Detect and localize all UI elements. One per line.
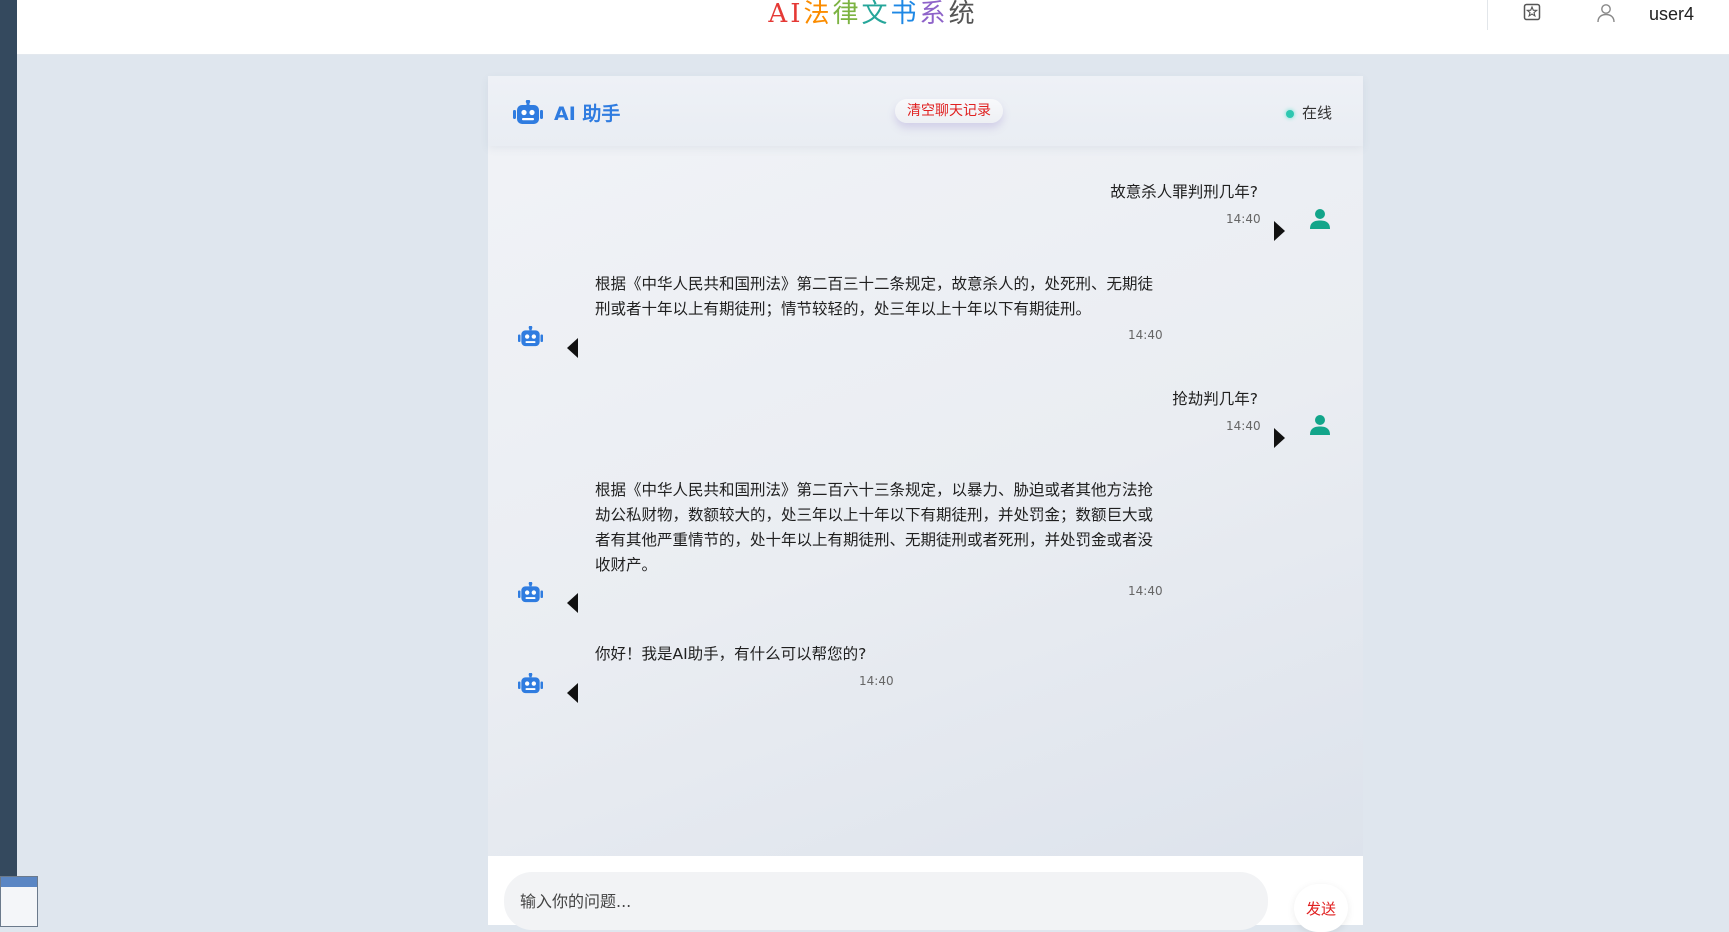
pointer-right-icon (1274, 428, 1285, 448)
robot-icon (518, 673, 543, 694)
robot-icon (518, 326, 543, 347)
message-time: 14:40 (859, 674, 894, 688)
top-navigation-bar: AI法律文书系统 user4 (17, 0, 1729, 55)
header-divider (1487, 0, 1488, 30)
username-label[interactable]: user4 (1649, 4, 1694, 25)
message-text: 故意杀人罪判刑几年? (1110, 183, 1258, 201)
pointer-left-icon (567, 338, 578, 358)
chat-title: AI 助手 (554, 103, 621, 125)
pointer-right-icon (1274, 221, 1285, 241)
message-time: 14:40 (1128, 328, 1163, 342)
message-text: 根据《中华人民共和国刑法》第二百三十二条规定，故意杀人的，处死刑、无期徒刑或者十… (595, 275, 1154, 318)
question-input[interactable] (504, 872, 1268, 930)
minimized-window-thumbnail[interactable] (0, 876, 38, 927)
message-time: 14:40 (1128, 584, 1163, 598)
robot-icon (513, 100, 543, 124)
message-time: 14:40 (1226, 212, 1261, 226)
message-text: 你好！我是AI助手，有什么可以帮您的? (595, 645, 867, 663)
clear-history-button[interactable]: 清空聊天记录 (895, 99, 1003, 123)
user-icon (1310, 415, 1330, 435)
message-time: 14:40 (1226, 419, 1261, 433)
brand-char: 律 (832, 0, 862, 29)
pointer-left-icon (567, 683, 578, 703)
pointer-left-icon (567, 593, 578, 613)
message-text: 根据《中华人民共和国刑法》第二百六十三条规定，以暴力、胁迫或者其他方法抢劫公私财… (595, 481, 1154, 574)
left-edge-strip (0, 0, 17, 925)
message-text: 抢劫判几年? (1172, 390, 1258, 408)
input-bar: 发送 (488, 856, 1363, 932)
status-label: 在线 (1302, 104, 1333, 122)
online-status: 在线 (1286, 102, 1332, 123)
brand-char: 系 (919, 0, 949, 29)
online-dot-icon (1286, 109, 1294, 118)
brand-char: 法 (803, 0, 833, 29)
chat-header: AI 助手 清空聊天记录 在线 (488, 76, 1363, 146)
theme-icon[interactable] (1522, 2, 1542, 22)
chat-panel: AI 助手 清空聊天记录 在线 故意杀人罪判刑几年? 14:40 根据《中华人民… (488, 76, 1363, 856)
user-outline-icon[interactable] (1595, 2, 1617, 24)
brand-char: A (768, 0, 791, 29)
robot-icon (518, 582, 543, 603)
brand-title: AI法律文书系统 (17, 0, 1729, 28)
brand-char: 统 (948, 0, 978, 29)
user-icon (1310, 209, 1330, 229)
brand-char: 文 (861, 0, 891, 29)
brand-char: I (790, 0, 804, 29)
brand-char: 书 (890, 0, 920, 29)
